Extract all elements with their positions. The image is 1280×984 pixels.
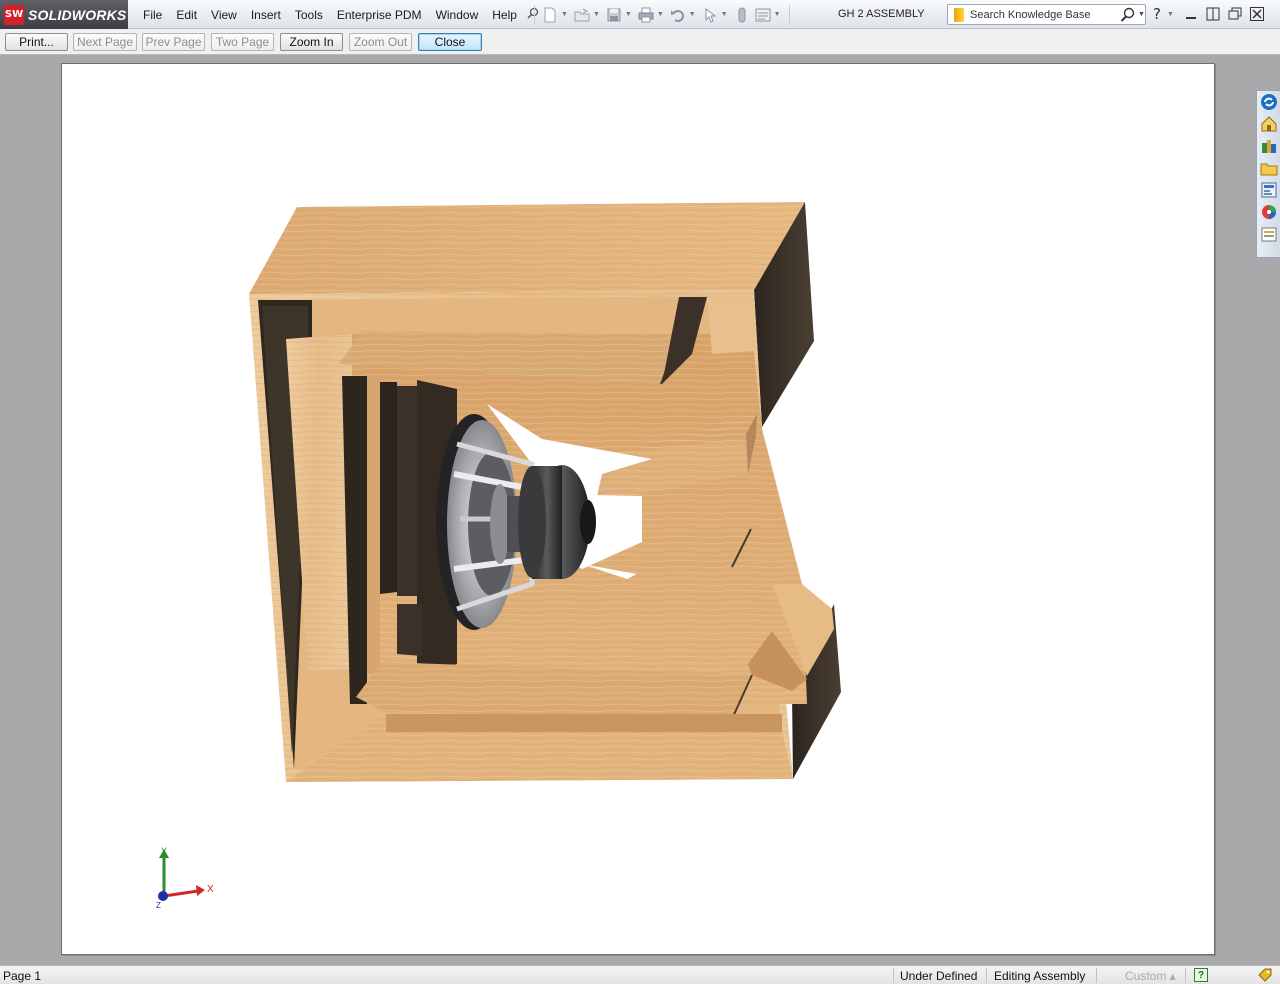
home-icon[interactable] [1260,115,1278,133]
units-label: Custom [1125,969,1167,983]
triad-y-label: Y [161,846,167,856]
menu-file[interactable]: File [136,8,169,22]
tile-icon[interactable] [1205,6,1221,22]
undo-icon[interactable] [670,7,686,23]
search-dropdown-icon[interactable]: ▼ [1138,11,1145,18]
open-icon[interactable] [574,7,590,23]
menu-edit[interactable]: Edit [169,8,204,22]
graphics-area: Y X Z [0,55,1280,965]
undo-dropdown-icon[interactable]: ▼ [689,11,696,18]
menu-help[interactable]: Help [485,8,524,22]
print-preview-toolbar: Print... Next Page Prev Page Two Page Zo… [0,29,1280,55]
standard-toolbar: ▼ ▼ ▼ ▼ ▼ ▼ ▼ [530,0,794,29]
menu-view[interactable]: View [204,8,244,22]
options-dropdown-icon[interactable]: ▼ [774,11,781,18]
status-definition: Under Defined [900,969,978,983]
help-icon[interactable]: ? [1153,5,1161,23]
save-dropdown-icon[interactable]: ▼ [625,11,632,18]
solidworks-logo[interactable]: SW SOLIDWORKS [0,0,128,29]
tag-icon[interactable] [1258,968,1272,982]
document-title: GH 2 ASSEMBLY [838,8,925,20]
title-bar: SW SOLIDWORKS File Edit View Insert Tool… [0,0,1280,29]
status-separator [1185,968,1186,983]
print-preview-page: Y X Z [61,63,1215,955]
close-button[interactable]: Close [418,33,482,51]
new-document-icon[interactable] [542,7,558,23]
file-explorer-icon[interactable] [1260,159,1278,177]
next-page-button[interactable]: Next Page [73,33,137,51]
options-icon[interactable] [755,7,771,23]
search-icon[interactable] [1120,7,1136,23]
select-dropdown-icon[interactable]: ▼ [721,11,728,18]
two-page-button[interactable]: Two Page [211,33,274,51]
subwoofer-enclosure-model[interactable] [62,64,1215,955]
design-library-icon[interactable] [1260,137,1278,155]
menu-bar: File Edit View Insert Tools Enterprise P… [136,0,540,29]
search-input[interactable] [970,8,1118,21]
solidworks-resources-icon[interactable] [1260,93,1278,111]
view-palette-icon[interactable] [1260,181,1278,199]
status-bar: Page 1 Under Defined Editing Assembly Cu… [0,965,1280,984]
zoom-out-button[interactable]: Zoom Out [349,33,412,51]
save-icon[interactable] [606,7,622,23]
prev-page-button[interactable]: Prev Page [142,33,205,51]
search-knowledge-base[interactable]: ▼ [947,4,1146,25]
menu-window[interactable]: Window [429,8,486,22]
menu-enterprise-pdm[interactable]: Enterprise PDM [330,8,429,22]
status-mode: Editing Assembly [994,969,1086,983]
triad-z-label: Z [156,901,161,910]
status-page: Page 1 [3,969,42,983]
task-pane-tabs [1256,90,1280,258]
new-dropdown-icon[interactable]: ▼ [561,11,568,18]
zoom-in-button[interactable]: Zoom In [280,33,343,51]
rebuild-icon[interactable] [734,7,750,23]
print-icon[interactable] [638,7,654,23]
minimize-icon[interactable] [1183,6,1199,22]
menu-tools[interactable]: Tools [288,8,330,22]
knowledge-base-icon [954,7,964,22]
coordinate-triad: Y X Z [156,846,214,910]
open-dropdown-icon[interactable]: ▼ [593,11,600,18]
quick-tips-help-icon[interactable]: ? [1194,968,1208,982]
solidworks-logo-text: SOLIDWORKS [28,6,127,23]
status-separator [986,968,987,983]
status-separator [893,968,894,983]
restore-icon[interactable] [1227,6,1243,22]
menu-insert[interactable]: Insert [244,8,288,22]
solidworks-logo-mark: SW [4,4,24,25]
triad-x-label: X [207,884,214,895]
help-dropdown-icon[interactable]: ▼ [1167,11,1174,18]
appearances-icon[interactable] [1260,203,1278,221]
select-icon[interactable] [702,7,718,23]
close-window-icon[interactable] [1249,6,1265,22]
window-controls: ? ▼ [1153,5,1265,23]
status-separator [1096,968,1097,983]
units-selector[interactable]: Custom ▴ [1125,969,1176,983]
toolbar-separator [788,4,790,25]
toolbar-separator [534,4,535,25]
print-button[interactable]: Print... [5,33,68,51]
print-dropdown-icon[interactable]: ▼ [657,11,664,18]
custom-properties-icon[interactable] [1260,225,1278,243]
